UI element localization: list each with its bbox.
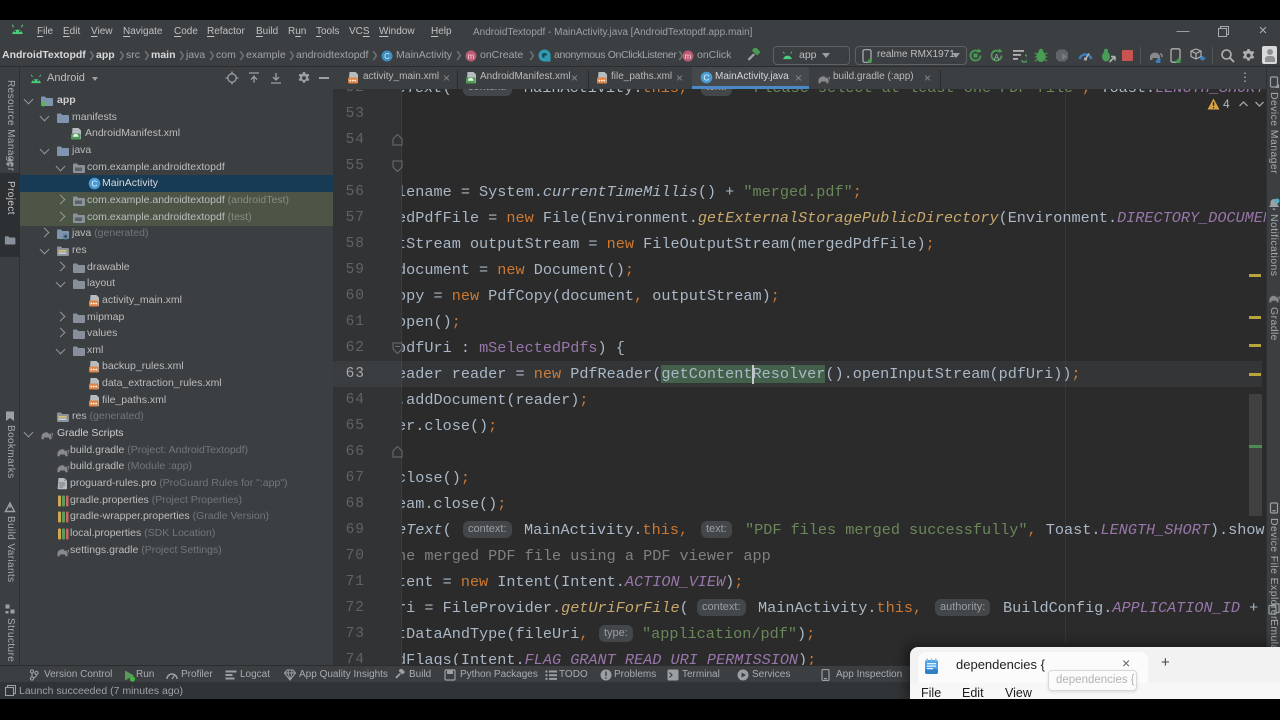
svg-text:m: m (685, 52, 692, 61)
svg-text:m: m (468, 52, 475, 61)
svg-text:A: A (994, 53, 1000, 62)
svg-text:C: C (384, 52, 390, 61)
